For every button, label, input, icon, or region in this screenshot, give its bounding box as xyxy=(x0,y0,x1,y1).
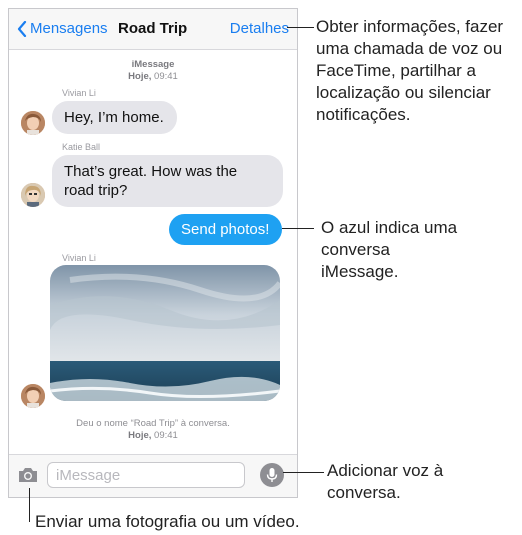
callout-voice: Adicionar voz à conversa. xyxy=(327,461,444,502)
callout-blue: O azul indica uma conversa iMessage. xyxy=(321,218,458,281)
avatar-katie-icon xyxy=(21,183,45,207)
avatar-vivian-icon xyxy=(21,111,45,135)
avatar[interactable] xyxy=(21,384,45,408)
message-bubble-incoming[interactable]: That’s great. How was the road trip? xyxy=(52,155,283,207)
service-label: iMessage xyxy=(131,59,175,70)
back-button[interactable]: Mensagens xyxy=(17,20,108,37)
photo-attachment[interactable] xyxy=(50,265,280,401)
camera-icon[interactable] xyxy=(17,466,39,484)
callout-line-voice xyxy=(283,472,324,473)
microphone-button[interactable] xyxy=(260,463,284,487)
avatar-vivian-icon xyxy=(21,384,45,408)
message-bubble-outgoing[interactable]: Send photos! xyxy=(169,214,282,245)
callout-line-details xyxy=(287,27,314,28)
avatar[interactable] xyxy=(21,111,45,135)
header-day: Hoje, xyxy=(128,71,152,82)
message-input-bar: iMessage xyxy=(9,454,297,497)
details-button[interactable]: Detalhes xyxy=(230,20,289,37)
sender-name: Katie Ball xyxy=(62,142,101,152)
sender-name: Vivian Li xyxy=(62,253,96,263)
footer-day: Hoje, xyxy=(128,430,152,441)
avatar[interactable] xyxy=(21,183,45,207)
chevron-left-icon xyxy=(17,20,27,37)
footer-time: 09:41 xyxy=(154,430,178,441)
callout-camera: Enviar uma fotografia ou um vídeo. xyxy=(35,512,300,531)
callout-line-camera xyxy=(29,488,30,522)
sender-name: Vivian Li xyxy=(62,88,96,98)
callout-details: Obter informações, fazer uma chamada de … xyxy=(316,17,504,124)
header-time: 09:41 xyxy=(154,71,178,82)
rename-notice: Deu o nome “Road Trip” à conversa. Hoje,… xyxy=(9,418,297,442)
conversation-title: Road Trip xyxy=(118,20,188,37)
conversation-header: iMessage Hoje, 09:41 xyxy=(9,59,297,83)
microphone-icon xyxy=(266,468,278,482)
callout-line-blue xyxy=(282,228,314,229)
message-input[interactable]: iMessage xyxy=(47,462,245,488)
rename-text: Deu o nome “Road Trip” à conversa. xyxy=(76,418,230,429)
message-bubble-incoming[interactable]: Hey, I’m home. xyxy=(52,101,177,134)
messages-screen: Mensagens Road Trip Detalhes iMessage Ho… xyxy=(8,8,298,498)
seascape-photo xyxy=(50,265,280,401)
navigation-bar: Mensagens Road Trip Detalhes xyxy=(9,9,297,50)
back-label: Mensagens xyxy=(30,20,108,37)
